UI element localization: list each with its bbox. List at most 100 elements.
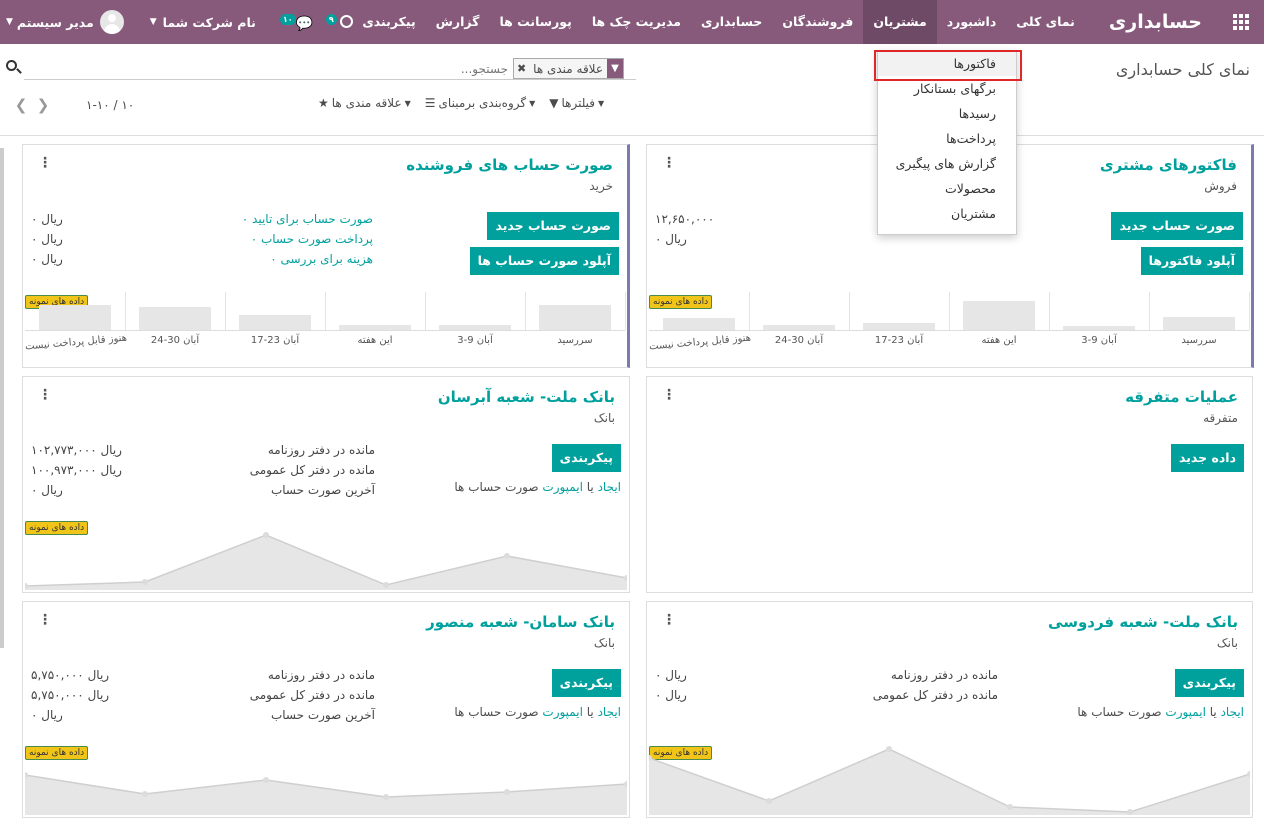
company-switcher[interactable]: ▼ نام شرکت شما — [150, 15, 256, 30]
dropdown-item-6[interactable]: مشتریان — [878, 201, 1016, 226]
line-chart — [649, 746, 1250, 815]
chart-bar[interactable] — [1163, 317, 1235, 330]
activities-button[interactable]: ۹ — [325, 12, 356, 32]
x-tick-label: این هفته — [981, 335, 1017, 346]
card-stats: مانده در دفتر روزنامه ۵,۷۵۰,۰۰۰ ریال مانده… — [31, 668, 375, 728]
x-tick-label: سررسید — [557, 335, 593, 346]
kebab-menu-icon[interactable]: ⋮ — [38, 387, 52, 403]
new-invoice-button[interactable]: صورت حساب جدید — [1111, 212, 1243, 240]
apps-grid-icon[interactable] — [1218, 0, 1264, 44]
chart-point[interactable] — [504, 789, 510, 795]
messaging-button[interactable]: ۱۰ 💬 — [279, 12, 314, 32]
dropdown-item-5[interactable]: محصولات — [878, 176, 1016, 201]
new-entry-button[interactable]: داده جدید — [1171, 444, 1244, 472]
stat-value: ۱۰۲,۷۷۳,۰۰۰ ریال — [31, 443, 122, 457]
user-name: مدیر سیستم — [16, 14, 94, 30]
favorites-label: علاقه مندی ها — [331, 96, 402, 110]
import-link[interactable]: ایمپورت — [1165, 705, 1206, 719]
dropdown-item-4[interactable]: گزارش های پیگیری — [878, 151, 1016, 176]
create-link[interactable]: ایجاد — [598, 705, 621, 719]
configure-button[interactable]: پیکربندی — [1174, 669, 1244, 697]
menu-item-1[interactable]: داشبورد — [937, 0, 1007, 44]
stat-label[interactable]: ۰ پرداخت صورت حساب — [251, 232, 373, 246]
favorites-toggle[interactable]: ★ علاقه مندی ها ▼ — [318, 96, 411, 110]
x-tick-label: 24-30 آبان — [150, 335, 200, 346]
chevron-right-icon[interactable]: ❯ — [36, 96, 50, 114]
chart-point[interactable] — [383, 794, 389, 800]
facet-label: علاقه مندی ها — [533, 61, 603, 76]
user-menu[interactable]: ▼ مدیر سیستم — [0, 10, 124, 34]
stat-label[interactable]: ۰ هزینه برای بررسی — [270, 252, 373, 266]
menu-item-4[interactable]: حسابداری — [691, 0, 772, 44]
kebab-menu-icon[interactable]: ⋮ — [662, 387, 676, 403]
chart-point[interactable] — [142, 791, 148, 797]
stat-value: ۱۲,۶۵۰,۰۰۰ — [655, 212, 715, 226]
pager-value[interactable]: ۱-۱۰ / ۱۰ — [86, 98, 134, 112]
x-tick-label: 24-30 آبان — [774, 335, 824, 346]
kebab-menu-icon[interactable]: ⋮ — [38, 155, 52, 171]
chart-bar[interactable] — [139, 307, 211, 330]
card-title[interactable]: صورت حساب های فروشنده — [406, 156, 613, 174]
search-facet[interactable]: ▼ علاقه مندی ها ✖ — [512, 58, 624, 79]
configure-button[interactable]: پیکربندی — [551, 444, 621, 472]
chart-bar[interactable] — [863, 323, 935, 330]
card-subtitle: بانک — [593, 411, 615, 425]
card-title[interactable]: بانک سامان- شعبه منصور — [426, 613, 615, 631]
chart-bar[interactable] — [239, 315, 311, 330]
chart-point[interactable] — [766, 798, 772, 804]
kebab-menu-icon[interactable]: ⋮ — [662, 612, 676, 628]
kebab-menu-icon[interactable]: ⋮ — [38, 612, 52, 628]
card-title[interactable]: بانک ملت- شعبه آبرسان — [438, 388, 615, 406]
menu-item-0[interactable]: نمای کلی — [1006, 0, 1085, 44]
upload-invoices-button[interactable]: آپلود فاکتورها — [1140, 247, 1243, 275]
grid-line — [125, 292, 126, 330]
scrollbar[interactable] — [0, 148, 4, 648]
chart-point[interactable] — [263, 777, 269, 783]
card-title[interactable]: عملیات متفرقه — [1125, 388, 1238, 406]
stat-value: ۵,۷۵۰,۰۰۰ ریال — [31, 668, 110, 682]
chart-bar[interactable] — [963, 301, 1035, 330]
chart-point[interactable] — [886, 746, 892, 752]
chart-point[interactable] — [1007, 804, 1013, 810]
import-link[interactable]: ایمپورت — [542, 480, 583, 494]
groupby-label: گروه‌بندی برمبنای — [438, 96, 527, 110]
activity-badge: ۹ — [325, 14, 337, 25]
chevron-left-icon[interactable]: ❮ — [14, 96, 28, 114]
grid-line — [425, 292, 426, 330]
chart-point[interactable] — [1127, 809, 1133, 815]
stat-label[interactable]: ۰ صورت حساب برای تایید — [242, 212, 373, 226]
chart-bar[interactable] — [663, 318, 735, 330]
create-link[interactable]: ایجاد — [1221, 705, 1244, 719]
filters-toggle[interactable]: ▼ فیلترها ▼ — [549, 96, 604, 110]
card-title[interactable]: فاکتورهای مشتری — [1100, 156, 1237, 174]
line-chart — [25, 532, 627, 590]
groupby-toggle[interactable]: ☰ گروه‌بندی برمبنای ▼ — [425, 96, 535, 110]
menu-item-8[interactable]: پیکربندی — [352, 0, 425, 44]
upload-bills-button[interactable]: آپلود صورت حساب ها — [469, 247, 619, 275]
stat-label: مانده در دفتر روزنامه — [267, 443, 375, 457]
card-title[interactable]: بانک ملت- شعبه فردوسی — [1048, 613, 1238, 631]
chart-point[interactable] — [383, 582, 389, 588]
new-bill-button[interactable]: صورت حساب جدید — [487, 212, 619, 240]
chart-point[interactable] — [263, 532, 269, 538]
search-input[interactable] — [388, 60, 508, 77]
menu-item-7[interactable]: گزارش — [426, 0, 490, 44]
menu-item-2[interactable]: مشتریان — [863, 0, 937, 44]
chart-point[interactable] — [504, 553, 510, 559]
search-icon[interactable] — [6, 60, 17, 71]
menu-item-6[interactable]: پورسانت ها — [489, 0, 581, 44]
import-link[interactable]: ایمپورت — [542, 705, 583, 719]
card-stats: مانده در دفتر روزنامه ۱۰۲,۷۷۳,۰۰۰ ریال مان… — [31, 443, 375, 503]
chart-bar[interactable] — [539, 305, 611, 330]
chart-point[interactable] — [142, 579, 148, 585]
menu-item-3[interactable]: فروشندگان — [772, 0, 863, 44]
dropdown-item-3[interactable]: پرداخت‌ها — [878, 126, 1016, 151]
create-link[interactable]: ایجاد — [598, 480, 621, 494]
dropdown-item-2[interactable]: رسیدها — [878, 101, 1016, 126]
configure-button[interactable]: پیکربندی — [551, 669, 621, 697]
kebab-menu-icon[interactable]: ⋮ — [662, 155, 676, 171]
menu-item-5[interactable]: مدیریت چک ها — [582, 0, 691, 44]
close-icon[interactable]: ✖ — [514, 62, 529, 75]
bars-icon: ☰ — [424, 96, 436, 110]
chart-bar[interactable] — [39, 305, 111, 330]
